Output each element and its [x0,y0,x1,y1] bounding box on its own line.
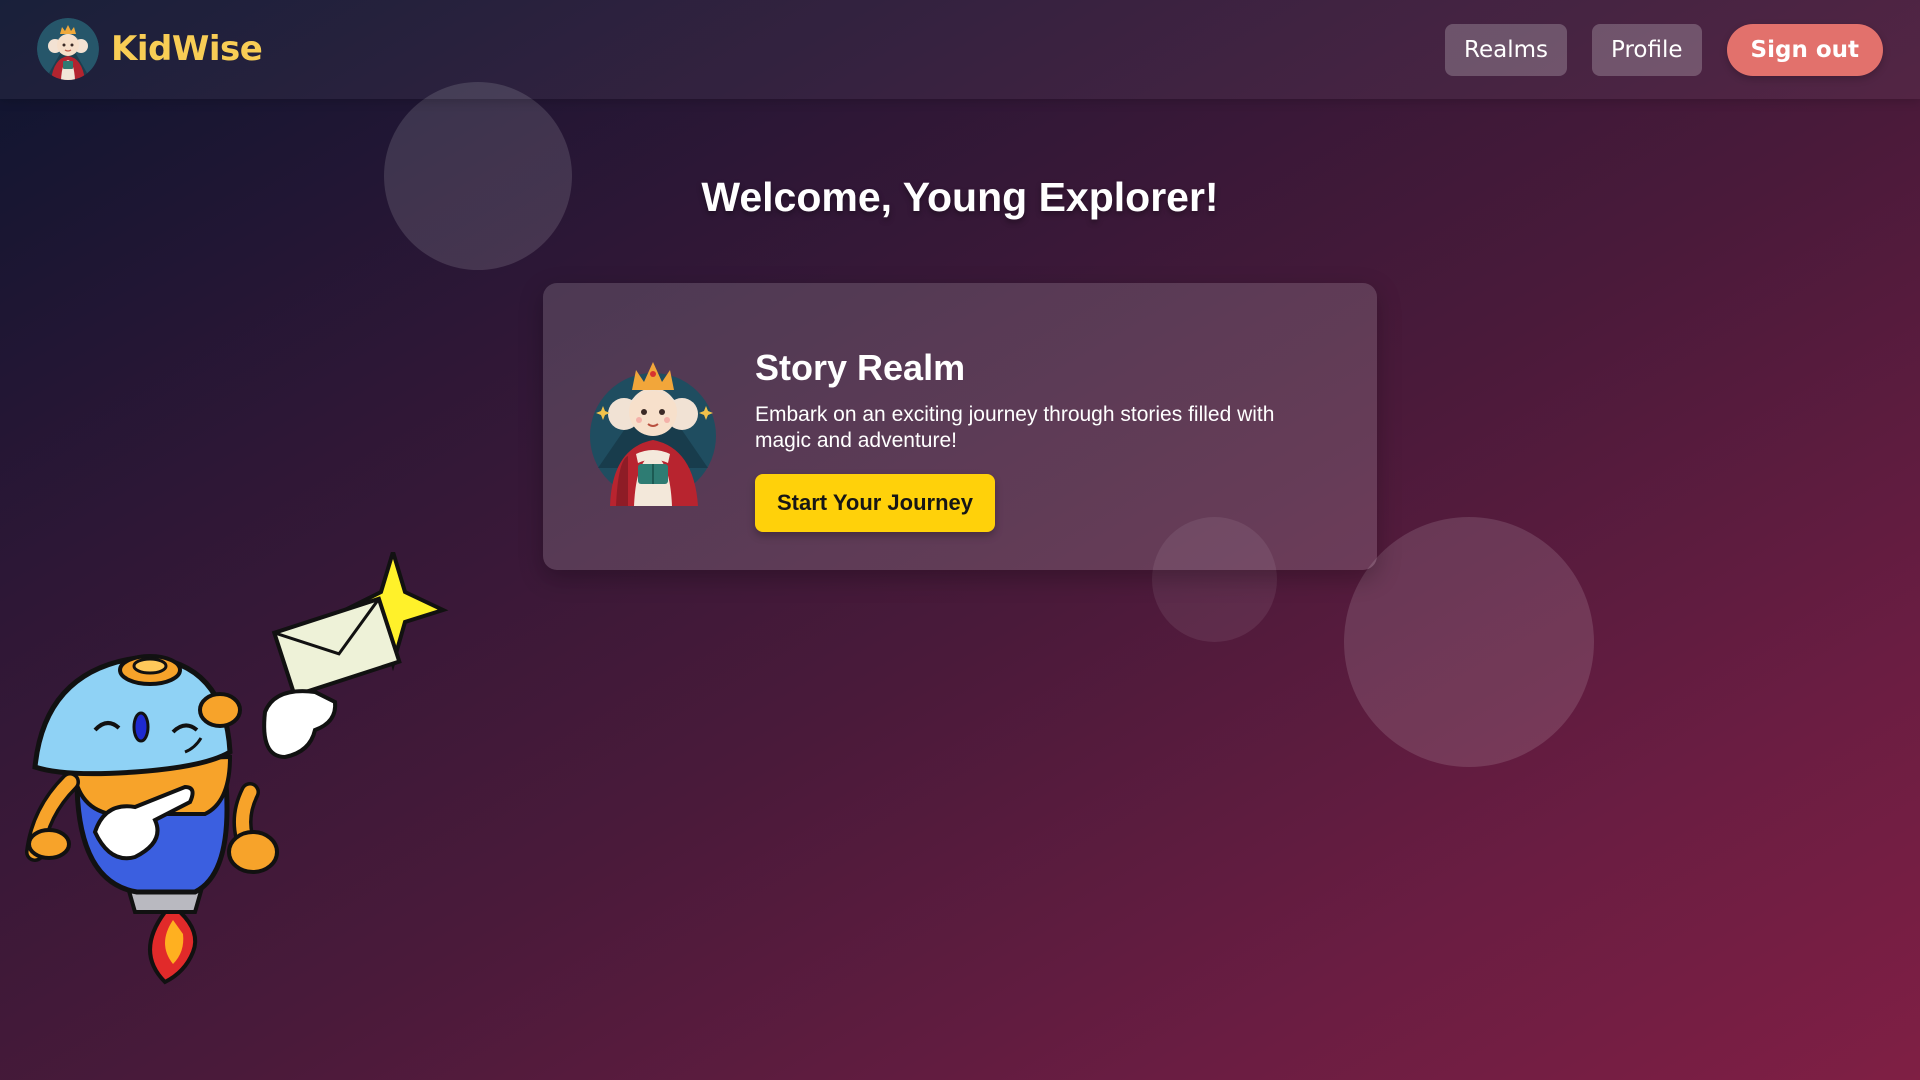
top-nav-bar: KidWise Realms Profile Sign out [0,0,1920,99]
brand-name: KidWise [111,29,263,69]
nav-profile-button[interactable]: Profile [1592,24,1702,76]
nav-realms-button[interactable]: Realms [1445,24,1568,76]
page-title: Welcome, Young Explorer! [701,174,1219,221]
start-journey-button[interactable]: Start Your Journey [755,474,996,532]
realm-description: Embark on an exciting journey through st… [755,403,1275,452]
realm-title: Story Realm [755,347,966,388]
story-realm-card: Story Realm Embark on an exciting journe… [543,283,1377,570]
main-nav: Realms Profile Sign out [1445,24,1883,76]
story-realm-content: Story Realm Embark on an exciting journe… [755,347,1335,532]
brand[interactable]: KidWise [37,18,263,80]
decorative-bubble [1344,517,1594,767]
princess-avatar-icon [37,18,99,80]
rocket-mascot-with-letter-icon [15,545,450,992]
sign-out-button[interactable]: Sign out [1726,24,1883,76]
queen-with-book-icon [588,348,723,506]
